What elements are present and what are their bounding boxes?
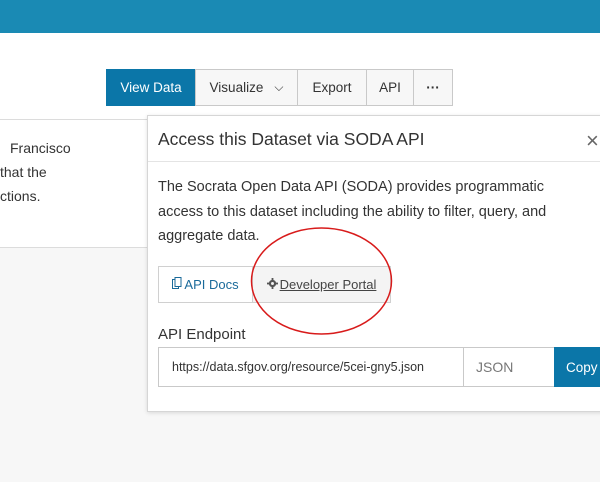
format-select[interactable]: JSON bbox=[463, 347, 556, 387]
export-button[interactable]: Export bbox=[297, 69, 367, 106]
visualize-label: Visualize bbox=[209, 80, 264, 95]
copy-docs-icon bbox=[172, 277, 182, 292]
api-docs-label: API Docs bbox=[184, 277, 239, 292]
chevron-down-icon: ⌵ bbox=[274, 80, 284, 94]
popover-title: Access this Dataset via SODA API bbox=[158, 129, 425, 149]
popover-divider bbox=[148, 161, 600, 162]
developer-portal-label: Developer Portal bbox=[279, 277, 377, 292]
dataset-description: Francisco that the ctions. bbox=[0, 136, 146, 208]
api-endpoint-label: API Endpoint bbox=[158, 326, 246, 343]
developer-portal-button[interactable]: Developer Portal bbox=[252, 266, 391, 303]
gear-icon bbox=[266, 277, 278, 292]
divider bbox=[0, 119, 148, 120]
copy-button[interactable]: Copy bbox=[554, 347, 600, 387]
visualize-button[interactable]: Visualize ⌵ bbox=[195, 69, 298, 106]
popover-description: The Socrata Open Data API (SODA) provide… bbox=[158, 179, 547, 244]
api-button[interactable]: API bbox=[366, 69, 414, 106]
top-header-bar bbox=[0, 0, 600, 33]
view-data-button[interactable]: View Data bbox=[106, 69, 196, 106]
more-actions-button[interactable]: ··· bbox=[413, 69, 453, 106]
description-line: Francisco bbox=[10, 140, 71, 156]
description-line: that the bbox=[0, 164, 47, 180]
dataset-toolbar: View Data Visualize ⌵ Export API ··· bbox=[106, 69, 453, 106]
api-endpoint-field[interactable]: https://data.sfgov.org/resource/5cei-gny… bbox=[158, 347, 464, 387]
description-line: ctions. bbox=[0, 188, 41, 204]
close-icon[interactable]: × bbox=[586, 130, 599, 152]
api-docs-button[interactable]: API Docs bbox=[158, 266, 253, 303]
soda-api-popover: Access this Dataset via SODA API × The S… bbox=[147, 115, 600, 412]
